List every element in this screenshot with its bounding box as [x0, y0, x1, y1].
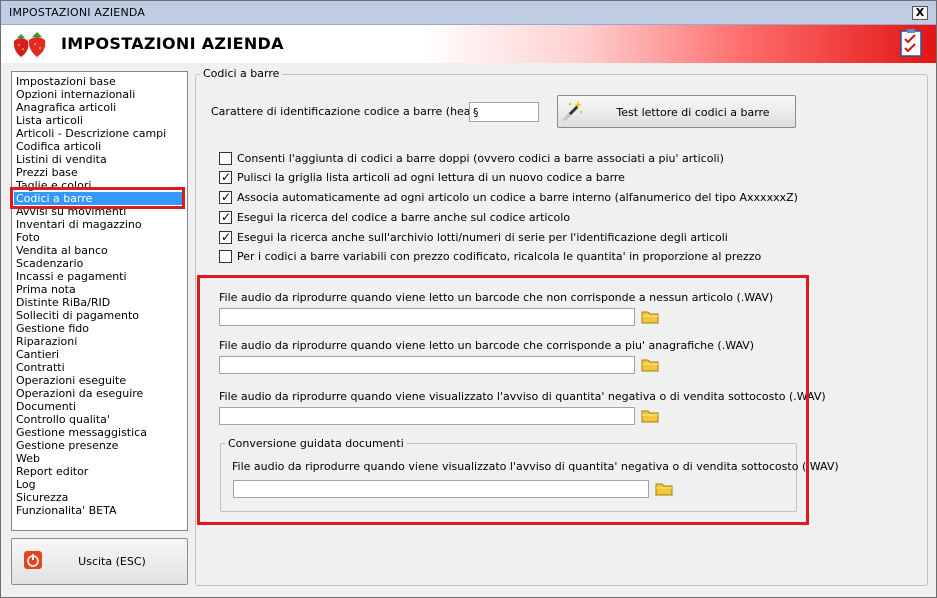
checkmark-icon: ✓ — [221, 170, 232, 184]
sidebar-item-incassi-e-pagamenti[interactable]: Incassi e pagamenti — [16, 270, 127, 283]
sidebar-item-riparazioni[interactable]: Riparazioni — [16, 335, 77, 348]
conversion-audio-label: File audio da riprodurre quando viene vi… — [232, 460, 839, 473]
header-banner: IMPOSTAZIONI AZIENDA — [1, 25, 936, 63]
sidebar-item-listini-di-vendita[interactable]: Listini di vendita — [16, 153, 107, 166]
audio-no-match-label: File audio da riprodurre quando viene le… — [219, 291, 774, 304]
sidebar-item-taglie-e-colori[interactable]: Taglie e colori — [16, 179, 91, 192]
close-button[interactable]: X — [912, 6, 928, 20]
audio-multiple-match-input[interactable] — [219, 356, 635, 374]
sidebar-item-sicurezza[interactable]: Sicurezza — [16, 491, 68, 504]
sidebar-item-gestione-presenze[interactable]: Gestione presenze — [16, 439, 118, 452]
header-char-input[interactable]: § — [469, 102, 539, 122]
sidebar-item-opzioni-internazionali[interactable]: Opzioni internazionali — [16, 88, 135, 101]
settings-category-list[interactable]: Impostazioni base Opzioni internazionali… — [11, 71, 188, 531]
checkmark-icon: ✓ — [221, 190, 232, 204]
sidebar-item-articoli-descrizione-campi[interactable]: Articoli - Descrizione campi — [16, 127, 166, 140]
sidebar-item-anagrafica-articoli[interactable]: Anagrafica articoli — [16, 101, 116, 114]
test-button-label: Test lettore di codici a barre — [616, 106, 770, 119]
checkmark-icon: ✓ — [221, 210, 232, 224]
sidebar-item-documenti[interactable]: Documenti — [16, 400, 76, 413]
option-label: Esegui la ricerca del codice a barre anc… — [237, 211, 571, 224]
sidebar-item-contratti[interactable]: Contratti — [16, 361, 65, 374]
folder-icon[interactable] — [640, 308, 660, 326]
sidebar-item-operazioni-eseguite[interactable]: Operazioni eseguite — [16, 374, 126, 387]
folder-icon[interactable] — [640, 407, 660, 425]
audio-negative-qty-label: File audio da riprodurre quando viene vi… — [219, 390, 826, 403]
power-icon — [24, 551, 42, 569]
conversion-group-title: Conversione guidata documenti — [225, 437, 407, 450]
audio-multiple-match-label: File audio da riprodurre quando viene le… — [219, 339, 755, 352]
exit-button[interactable]: Uscita (ESC) — [11, 538, 188, 585]
header-char-label: Carattere di identificazione codice a ba… — [211, 105, 501, 118]
sidebar-item-web[interactable]: Web — [16, 452, 40, 465]
option-label: Esegui la ricerca anche sull'archivio lo… — [237, 231, 728, 244]
sidebar-item-controllo-qualita[interactable]: Controllo qualita' — [16, 413, 110, 426]
sidebar-item-codici-a-barre[interactable]: Codici a barre — [14, 192, 184, 205]
checkbox[interactable]: ✓ — [219, 170, 232, 184]
exit-button-label: Uscita (ESC) — [78, 555, 146, 568]
settings-window: IMPOSTAZIONI AZIENDA X IMPOSTAZIONI AZIE… — [0, 0, 937, 598]
sidebar-item-codifica-articoli[interactable]: Codifica articoli — [16, 140, 101, 153]
test-barcode-reader-button[interactable]: Test lettore di codici a barre — [557, 95, 796, 128]
option-label: Pulisci la griglia lista articoli ad ogn… — [237, 171, 625, 184]
sidebar-item-funzionalita-beta[interactable]: Funzionalita' BETA — [16, 504, 117, 517]
checkbox[interactable]: ✓ — [219, 230, 232, 244]
checklist-icon — [900, 29, 922, 57]
window-title: IMPOSTAZIONI AZIENDA — [9, 6, 146, 19]
audio-no-match-input[interactable] — [219, 308, 635, 326]
checkmark-icon: ✓ — [221, 230, 232, 244]
option-label: Per i codici a barre variabili con prezz… — [237, 250, 762, 263]
strawberry-logo-icon — [13, 32, 46, 57]
conversion-group — [220, 443, 797, 512]
sidebar-item-scadenzario[interactable]: Scadenzario — [16, 257, 83, 270]
sidebar-item-distinte-riba-rid[interactable]: Distinte RiBa/RID — [16, 296, 110, 309]
barcode-group-title: Codici a barre — [200, 67, 283, 80]
checkbox[interactable]: ✓ — [219, 210, 232, 224]
sidebar-item-cantieri[interactable]: Cantieri — [16, 348, 59, 361]
sidebar-item-prezzi-base[interactable]: Prezzi base — [16, 166, 78, 179]
folder-icon[interactable] — [640, 356, 660, 374]
title-bar: IMPOSTAZIONI AZIENDA X — [1, 1, 936, 25]
checkbox[interactable]: ✓ — [219, 190, 232, 204]
sidebar-item-prima-nota[interactable]: Prima nota — [16, 283, 76, 296]
folder-icon[interactable] — [654, 480, 674, 498]
page-title: IMPOSTAZIONI AZIENDA — [61, 34, 284, 53]
option-label: Consenti l'aggiunta di codici a barre do… — [237, 152, 724, 165]
option-label: Associa automaticamente ad ogni articolo… — [237, 191, 798, 204]
sidebar-item-gestione-messaggistica[interactable]: Gestione messaggistica — [16, 426, 147, 439]
sidebar-item-report-editor[interactable]: Report editor — [16, 465, 88, 478]
sidebar-item-impostazioni-base[interactable]: Impostazioni base — [16, 75, 116, 88]
sidebar-item-operazioni-da-eseguire[interactable]: Operazioni da eseguire — [16, 387, 143, 400]
checkbox[interactable] — [219, 152, 232, 165]
sidebar-item-inventari-di-magazzino[interactable]: Inventari di magazzino — [16, 218, 142, 231]
conversion-audio-input[interactable] — [233, 480, 649, 498]
sidebar-item-gestione-fido[interactable]: Gestione fido — [16, 322, 89, 335]
sidebar-item-solleciti-di-pagamento[interactable]: Solleciti di pagamento — [16, 309, 139, 322]
sidebar-item-foto[interactable]: Foto — [16, 231, 40, 244]
checkbox[interactable] — [219, 250, 232, 263]
sidebar-item-log[interactable]: Log — [16, 478, 36, 491]
sidebar-item-avvisi-su-movimenti[interactable]: Avvisi su movimenti — [16, 205, 126, 218]
sidebar-item-lista-articoli[interactable]: Lista articoli — [16, 114, 83, 127]
sidebar-item-vendita-al-banco[interactable]: Vendita al banco — [16, 244, 108, 257]
magic-wand-icon — [563, 101, 583, 121]
audio-negative-qty-input[interactable] — [219, 407, 635, 425]
